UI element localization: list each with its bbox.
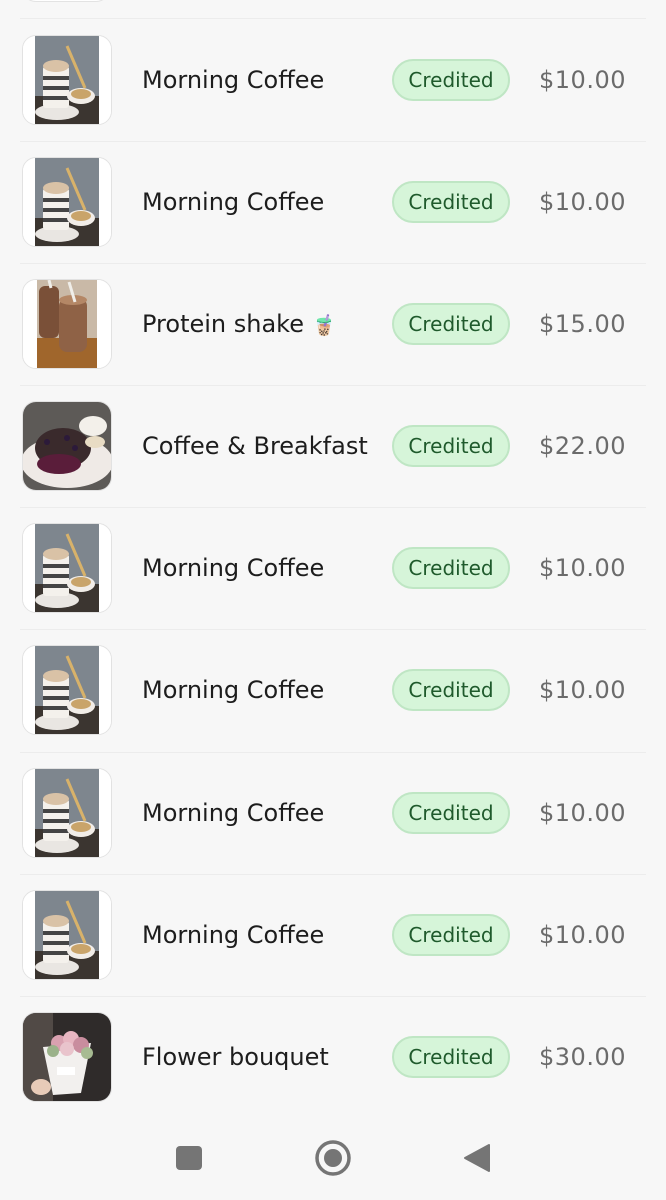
protein-shake-thumbnail: [22, 279, 112, 369]
transaction-amount: $10.00: [539, 66, 626, 94]
transaction-row[interactable]: Coffee & Breakfast Credited $22.00: [0, 385, 666, 507]
status-badge: Credited: [392, 425, 510, 467]
transaction-row[interactable]: Morning Coffee Credited $10.00: [0, 629, 666, 751]
transaction-title: Morning Coffee: [142, 66, 325, 94]
transaction-amount: $10.00: [539, 921, 626, 949]
status-badge: Credited: [392, 303, 510, 345]
transaction-row[interactable]: Flower bouquet Credited $30.00: [0, 996, 666, 1118]
coffee-cup-thumbnail: [22, 768, 112, 858]
transaction-list[interactable]: Morning Coffee Credited $10.00 Morning C…: [0, 0, 666, 1120]
circle-home-icon: [309, 1134, 357, 1182]
transaction-row[interactable]: Morning Coffee Credited $10.00: [0, 141, 666, 263]
transaction-title: Morning Coffee: [142, 676, 325, 704]
coffee-cup-thumbnail: [22, 35, 112, 125]
status-badge: Credited: [392, 792, 510, 834]
transaction-row[interactable]: Protein shake 🧋 Credited $15.00: [0, 263, 666, 385]
transaction-amount: $10.00: [539, 676, 626, 704]
transaction-title: Morning Coffee: [142, 799, 325, 827]
transactions-screen: Morning Coffee Credited $10.00 Morning C…: [0, 0, 666, 1200]
triangle-back-icon: [453, 1134, 501, 1182]
back-button[interactable]: [453, 1134, 501, 1182]
transaction-title: Flower bouquet: [142, 1043, 329, 1071]
transaction-amount: $10.00: [539, 554, 626, 582]
coffee-cup-thumbnail: [22, 523, 112, 613]
transaction-row[interactable]: Morning Coffee Credited $10.00: [0, 752, 666, 874]
transaction-title: Morning Coffee: [142, 921, 325, 949]
system-navigation-bar: [0, 1120, 666, 1200]
status-badge: Credited: [392, 1036, 510, 1078]
partial-thumbnail: [22, 0, 110, 2]
recents-button[interactable]: [165, 1134, 213, 1182]
status-badge: Credited: [392, 181, 510, 223]
flower-bouquet-thumbnail: [22, 1012, 112, 1102]
transaction-row[interactable]: Morning Coffee Credited $10.00: [0, 507, 666, 629]
bubble-tea-emoji: 🧋: [311, 313, 337, 337]
coffee-cup-thumbnail: [22, 645, 112, 735]
breakfast-cake-thumbnail: [22, 401, 112, 491]
status-badge: Credited: [392, 669, 510, 711]
status-badge: Credited: [392, 59, 510, 101]
transaction-amount: $30.00: [539, 1043, 626, 1071]
transaction-amount: $15.00: [539, 310, 626, 338]
coffee-cup-thumbnail: [22, 890, 112, 980]
status-badge: Credited: [392, 914, 510, 956]
coffee-cup-thumbnail: [22, 157, 112, 247]
transaction-amount: $10.00: [539, 188, 626, 216]
transaction-row[interactable]: Morning Coffee Credited $10.00: [0, 874, 666, 996]
transaction-title: Coffee & Breakfast: [142, 432, 368, 460]
transaction-row[interactable]: Morning Coffee Credited $10.00: [0, 19, 666, 141]
transaction-title: Protein shake 🧋: [142, 310, 337, 338]
transaction-amount: $10.00: [539, 799, 626, 827]
transaction-title: Morning Coffee: [142, 554, 325, 582]
transaction-title: Morning Coffee: [142, 188, 325, 216]
square-icon: [165, 1134, 213, 1182]
transaction-amount: $22.00: [539, 432, 626, 460]
status-badge: Credited: [392, 547, 510, 589]
home-button[interactable]: [309, 1134, 357, 1182]
